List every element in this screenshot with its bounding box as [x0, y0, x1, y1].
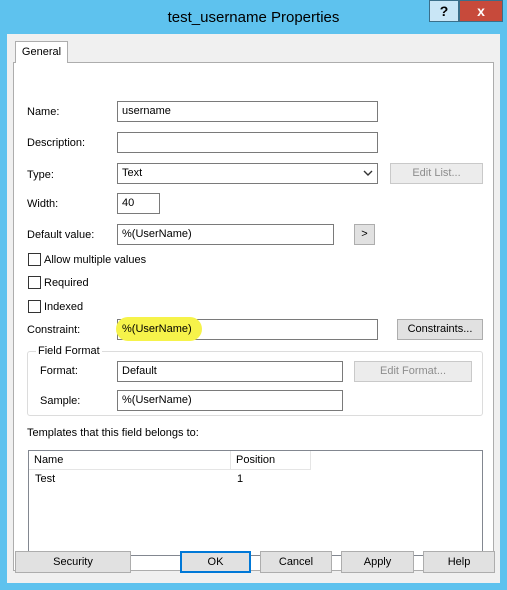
dialog-client: General Name: username Description: Type…: [7, 34, 500, 583]
allow-multiple-label: Allow multiple values: [44, 254, 147, 266]
description-input[interactable]: [117, 132, 378, 153]
indexed-checkbox[interactable]: [28, 300, 41, 313]
close-button[interactable]: x: [459, 0, 503, 22]
edit-format-button[interactable]: Edit Format...: [354, 361, 472, 382]
width-label: Width:: [27, 198, 59, 210]
edit-list-button[interactable]: Edit List...: [390, 163, 483, 184]
apply-button[interactable]: Apply: [341, 551, 414, 573]
type-select[interactable]: Text: [117, 163, 378, 184]
row-name-cell: Test: [35, 473, 56, 485]
required-label: Required: [44, 277, 89, 289]
constraints-button[interactable]: Constraints...: [397, 319, 483, 340]
constraint-label: Constraint:: [27, 324, 81, 336]
cancel-button[interactable]: Cancel: [260, 551, 332, 573]
title-bar[interactable]: test_username Properties ? x: [0, 0, 507, 34]
constraint-input[interactable]: %(UserName): [116, 317, 378, 341]
format-input[interactable]: Default: [117, 361, 343, 382]
width-input[interactable]: 40: [117, 193, 160, 214]
column-header-name[interactable]: Name: [29, 451, 231, 470]
row-position-cell: 1: [237, 473, 244, 485]
format-label: Format:: [40, 365, 78, 377]
security-button[interactable]: Security: [15, 551, 131, 573]
templates-table[interactable]: Name Position Test 1: [28, 450, 483, 556]
indexed-label: Indexed: [44, 301, 84, 313]
chevron-down-icon: [363, 170, 373, 176]
table-row[interactable]: Test 1: [29, 471, 482, 488]
constraint-input-value: %(UserName): [122, 323, 192, 335]
default-value-arrow-button[interactable]: >: [354, 224, 375, 245]
ok-button[interactable]: OK: [180, 551, 251, 573]
description-label: Description:: [27, 137, 86, 149]
name-label: Name:: [27, 106, 60, 118]
sample-input[interactable]: %(UserName): [117, 390, 343, 411]
field-format-title: Field Format: [36, 345, 102, 357]
properties-window: test_username Properties ? x General Nam…: [0, 0, 507, 590]
help-title-button[interactable]: ?: [429, 0, 459, 22]
default-value-label: Default value:: [27, 229, 95, 241]
required-checkbox[interactable]: [28, 276, 41, 289]
general-panel: Name: username Description: Type: Text E…: [13, 62, 494, 571]
type-label: Type:: [27, 169, 54, 181]
sample-label: Sample:: [40, 395, 81, 407]
allow-multiple-checkbox[interactable]: [28, 253, 41, 266]
default-value-input[interactable]: %(UserName): [117, 224, 334, 245]
type-select-value: Text: [122, 167, 143, 179]
name-input[interactable]: username: [117, 101, 378, 122]
tab-general[interactable]: General: [15, 41, 68, 63]
column-header-position[interactable]: Position: [231, 451, 311, 470]
templates-label: Templates that this field belongs to:: [27, 427, 199, 439]
help-button[interactable]: Help: [423, 551, 495, 573]
